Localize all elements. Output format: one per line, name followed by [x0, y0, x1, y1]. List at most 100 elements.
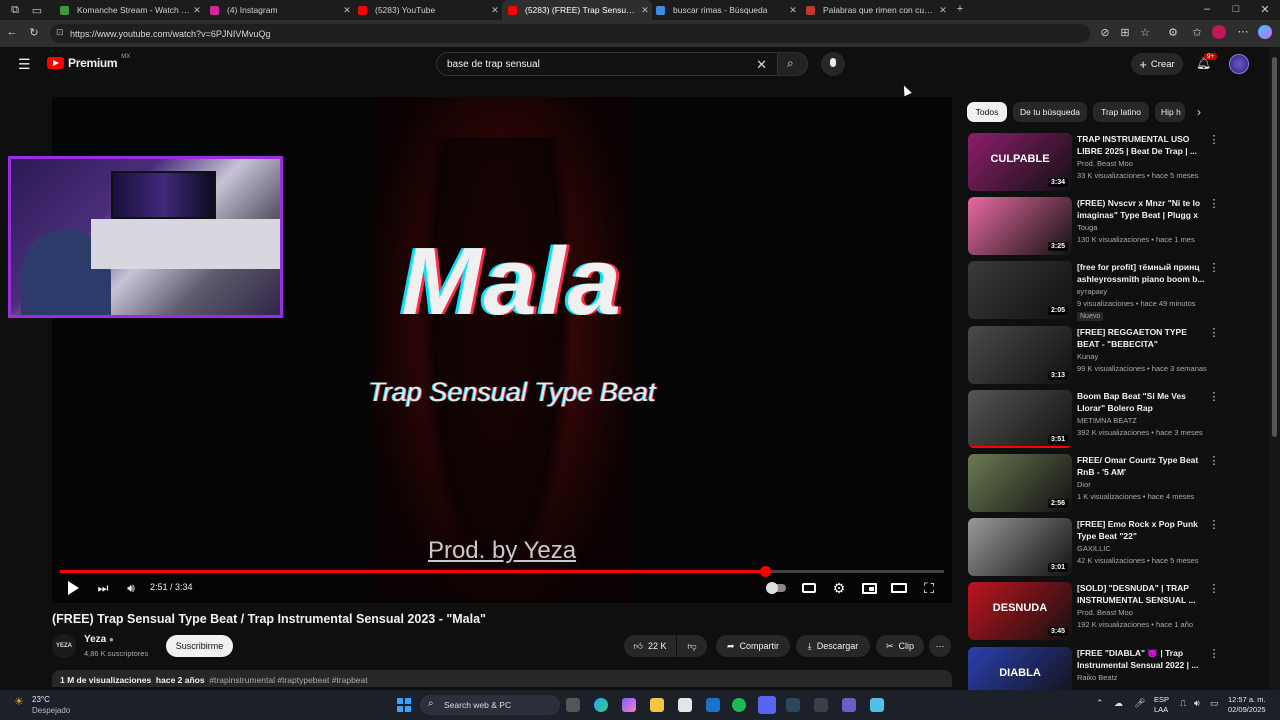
page-scrollbar[interactable] — [1270, 47, 1280, 690]
autoplay-toggle[interactable] — [764, 577, 788, 599]
youtube-logo[interactable]: Premium MX — [47, 54, 130, 70]
create-button[interactable]: + Crear — [1131, 53, 1183, 75]
fullscreen-button[interactable]: ⛶ — [920, 577, 938, 599]
store-icon[interactable] — [678, 698, 692, 712]
taskbar-search[interactable]: ⌕ Search web & PC — [420, 695, 560, 715]
dislike-button[interactable]: 👎︎ — [677, 635, 707, 657]
recommendation-thumbnail[interactable]: 3:51 — [968, 389, 1072, 448]
browser-tab[interactable]: (5283) (FREE) Trap Sensual Type Be✕ — [502, 0, 652, 20]
recommendation-title[interactable]: [FREE] Emo Rock x Pop Punk Type Beat "22… — [1077, 518, 1207, 542]
more-vert-icon[interactable]: ⋮ — [1208, 582, 1220, 595]
subscribe-button[interactable]: Suscribirme — [166, 635, 233, 657]
menu-icon[interactable]: ☰ — [18, 56, 31, 73]
back-icon[interactable]: ← — [5, 26, 19, 38]
recommendation-item[interactable]: 2:56 FREE/ Omar Courtz Type Beat RnB - '5… — [968, 454, 1258, 516]
recommendation-thumbnail[interactable]: 3:13 — [968, 325, 1072, 384]
minimize-icon[interactable]: – — [1200, 3, 1214, 15]
search-button[interactable]: ⌕ — [778, 52, 808, 76]
new-tab-icon[interactable]: + — [953, 3, 967, 15]
discord-icon[interactable] — [758, 696, 776, 714]
notepad-icon[interactable] — [870, 698, 884, 712]
theater-mode-button[interactable] — [890, 577, 908, 599]
recommendation-item[interactable]: 3:51 Boom Bap Beat "Si Me Ves Llorar" Bol… — [968, 389, 1258, 452]
task-view-icon[interactable] — [566, 698, 580, 712]
recommendation-channel[interactable]: Touga — [1077, 223, 1097, 232]
weather-temp[interactable]: 23°C — [32, 695, 50, 704]
scrollbar-thumb[interactable] — [1272, 57, 1277, 437]
browser-tab[interactable]: Palabras que rimen con cuello - L✕ — [800, 0, 950, 20]
recommendation-title[interactable]: TRAP INSTRUMENTAL USO LIBRE 2025 | Beat … — [1077, 133, 1207, 157]
chip-trap-latino[interactable]: Trap latino — [1093, 102, 1149, 122]
hashtags[interactable]: #trapinstrumental #traptypebeat #trapbea… — [209, 675, 367, 685]
channel-name[interactable]: Yeza ● — [84, 634, 114, 645]
favorite-icon[interactable]: ☆ — [1138, 26, 1152, 39]
description-box[interactable]: 1 M de visualizaciones hace 2 años #trap… — [52, 670, 952, 687]
clock-time[interactable]: 12:57 a. m. — [1228, 695, 1266, 704]
voice-search-button[interactable] — [821, 52, 845, 76]
battery-icon[interactable]: ▭ — [1210, 698, 1219, 709]
more-vert-icon[interactable]: ⋮ — [1208, 390, 1220, 403]
recommendation-title[interactable]: (FREE) Nvscvr x Mnzr "Ni te lo imaginas"… — [1077, 197, 1207, 221]
recommendation-channel[interactable]: кутараку — [1077, 287, 1107, 296]
recommendation-channel[interactable]: Dior — [1077, 480, 1091, 489]
recommendation-channel[interactable]: Prod. Beast Moo — [1077, 159, 1133, 168]
weather-icon[interactable]: ☀ — [14, 695, 24, 708]
maximize-icon[interactable]: □ — [1229, 3, 1243, 15]
recommendation-item[interactable]: 3:13 [FREE] REGGAETON TYPE BEAT - "BEBECI… — [968, 325, 1258, 388]
app-available-icon[interactable]: ⊞ — [1118, 26, 1132, 39]
start-button[interactable] — [397, 698, 411, 712]
extension-icon[interactable]: ⊘ — [1098, 26, 1112, 39]
chip-todos[interactable]: Todos — [967, 102, 1007, 122]
tab-actions-icon[interactable]: ▭ — [30, 4, 44, 17]
recommendation-title[interactable]: [FREE] REGGAETON TYPE BEAT - "BEBECITA" — [1077, 326, 1207, 350]
favorites-bar-icon[interactable]: ✩ — [1190, 26, 1204, 39]
close-window-icon[interactable]: ✕ — [1258, 3, 1272, 16]
obs-icon[interactable] — [842, 698, 856, 712]
more-vert-icon[interactable]: ⋮ — [1208, 261, 1220, 274]
url-input[interactable]: ⊡ https://www.youtube.com/watch?v=6PJNIV… — [50, 24, 1090, 43]
browser-tab[interactable]: buscar rimas - Búsqueda ✕ — [650, 0, 800, 20]
steam-icon[interactable] — [786, 698, 800, 712]
like-button[interactable]: 👍︎ 22 K — [624, 635, 676, 657]
recommendation-thumbnail[interactable]: 3:01 — [968, 518, 1072, 577]
recommendation-thumbnail[interactable]: 2:56 — [968, 454, 1072, 512]
subtitles-button[interactable] — [800, 577, 818, 599]
edge-icon[interactable] — [594, 698, 608, 712]
miniplayer-button[interactable] — [860, 577, 878, 599]
recommendation-channel[interactable]: Raiko Beatz — [1077, 673, 1117, 682]
recommendation-thumbnail[interactable]: 3:25 — [968, 197, 1072, 256]
site-info-icon[interactable]: ⊡ — [56, 27, 64, 38]
account-avatar[interactable] — [1229, 54, 1249, 74]
tab-close-icon[interactable]: ✕ — [488, 5, 502, 16]
file-explorer-icon[interactable] — [650, 698, 664, 712]
copilot-taskbar-icon[interactable] — [622, 698, 636, 712]
recommendation-channel[interactable]: Kunay — [1077, 352, 1098, 361]
more-menu-icon[interactable]: ⋯ — [1236, 25, 1250, 38]
copilot-icon[interactable] — [1258, 25, 1272, 39]
recommendation-item[interactable]: 3:25 (FREE) Nvscvr x Mnzr "Ni te lo imagi… — [968, 197, 1258, 259]
split-screen-icon[interactable]: ⚙ — [1166, 26, 1180, 39]
browser-tab[interactable]: (5283) YouTube ✕ — [352, 0, 502, 20]
recommendation-thumbnail[interactable]: CULPABLE 3:34 — [968, 133, 1072, 191]
recommendation-title[interactable]: [free for profit] тёмный принц ashleyros… — [1077, 261, 1207, 285]
volume-button[interactable]: 🔊︎ — [122, 577, 140, 599]
more-vert-icon[interactable]: ⋮ — [1208, 647, 1220, 660]
share-button[interactable]: ➦ Compartir — [716, 635, 790, 657]
xbox-icon[interactable] — [814, 698, 828, 712]
chip-de-tu-busqueda[interactable]: De tu búsqueda — [1013, 102, 1087, 122]
recommendation-thumbnail[interactable]: 2:05 — [968, 261, 1072, 320]
browser-tab[interactable]: Komanche Stream - Watch Live o✕ — [54, 0, 204, 20]
recommendation-title[interactable]: [SOLD] "DESNUDA" | TRAP INSTRUMENTAL SEN… — [1077, 582, 1207, 606]
recommendation-item[interactable]: CULPABLE 3:34 TRAP INSTRUMENTAL USO LIBRE … — [968, 133, 1258, 195]
search-input[interactable]: base de trap sensual ✕ — [436, 52, 778, 76]
more-vert-icon[interactable]: ⋮ — [1208, 454, 1220, 467]
tab-close-icon[interactable]: ✕ — [936, 5, 950, 16]
tab-close-icon[interactable]: ✕ — [786, 5, 800, 16]
profile-icon[interactable] — [1212, 25, 1226, 39]
recommendation-thumbnail[interactable]: DESNUDA 3:45 — [968, 582, 1072, 641]
tray-mic-icon[interactable]: 🎤︎ — [1134, 698, 1145, 709]
more-vert-icon[interactable]: ⋮ — [1208, 326, 1220, 339]
progress-bar[interactable] — [60, 566, 944, 577]
network-icon[interactable]: ⎍ — [1180, 698, 1186, 709]
chips-next-icon[interactable]: › — [1197, 105, 1201, 119]
